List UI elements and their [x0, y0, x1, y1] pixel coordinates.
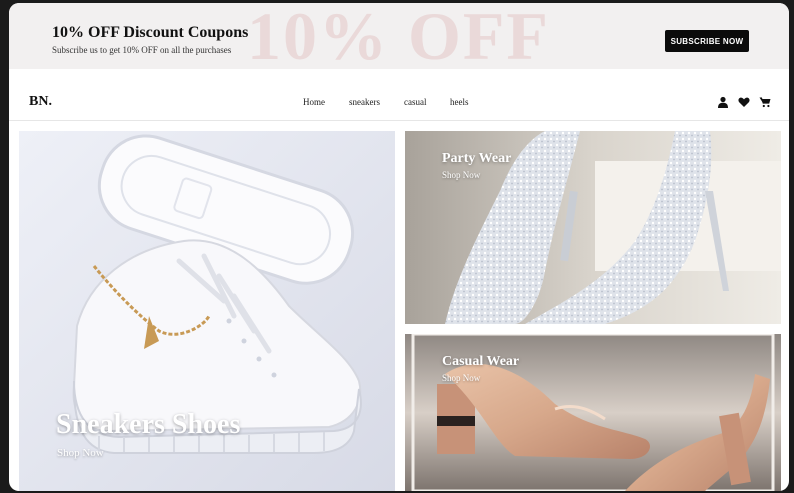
main-nav: BN. Home sneakers casual heels [9, 69, 789, 121]
promo-title: 10% OFF Discount Coupons [52, 24, 249, 41]
hero-tile-casual-wear[interactable]: Casual Wear Shop Now [405, 334, 781, 491]
nav-link-sneakers[interactable]: sneakers [349, 97, 380, 107]
promo-subtitle: Subscribe us to get 10% OFF on all the p… [52, 45, 232, 55]
user-icon[interactable] [717, 96, 729, 108]
nav-link-heels[interactable]: heels [450, 97, 469, 107]
logo[interactable]: BN. [29, 94, 52, 110]
hero-tile-sneakers[interactable]: Sneakers Shoes Shop Now [19, 131, 395, 491]
nav-link-casual[interactable]: casual [404, 97, 427, 107]
promo-banner: 10% OFF 10% OFF Discount Coupons Subscri… [9, 3, 789, 69]
cart-icon[interactable] [759, 96, 771, 108]
nav-link-home[interactable]: Home [303, 97, 325, 107]
promo-watermark: 10% OFF [247, 3, 550, 69]
shop-now-link-party-wear[interactable]: Shop Now [442, 170, 480, 180]
heart-icon[interactable] [738, 96, 750, 108]
shop-now-link-sneakers[interactable]: Shop Now [57, 447, 104, 459]
tile-title-casual-wear: Casual Wear [442, 354, 520, 369]
tile-title-sneakers: Sneakers Shoes [56, 409, 241, 440]
hero-tile-party-wear[interactable]: Party Wear Shop Now [405, 131, 781, 324]
tile-title-party-wear: Party Wear [442, 151, 512, 166]
browser-page: 10% OFF 10% OFF Discount Coupons Subscri… [9, 3, 789, 491]
subscribe-button[interactable]: SUBSCRIBE NOW [665, 30, 749, 52]
shop-now-link-casual-wear[interactable]: Shop Now [442, 373, 480, 383]
